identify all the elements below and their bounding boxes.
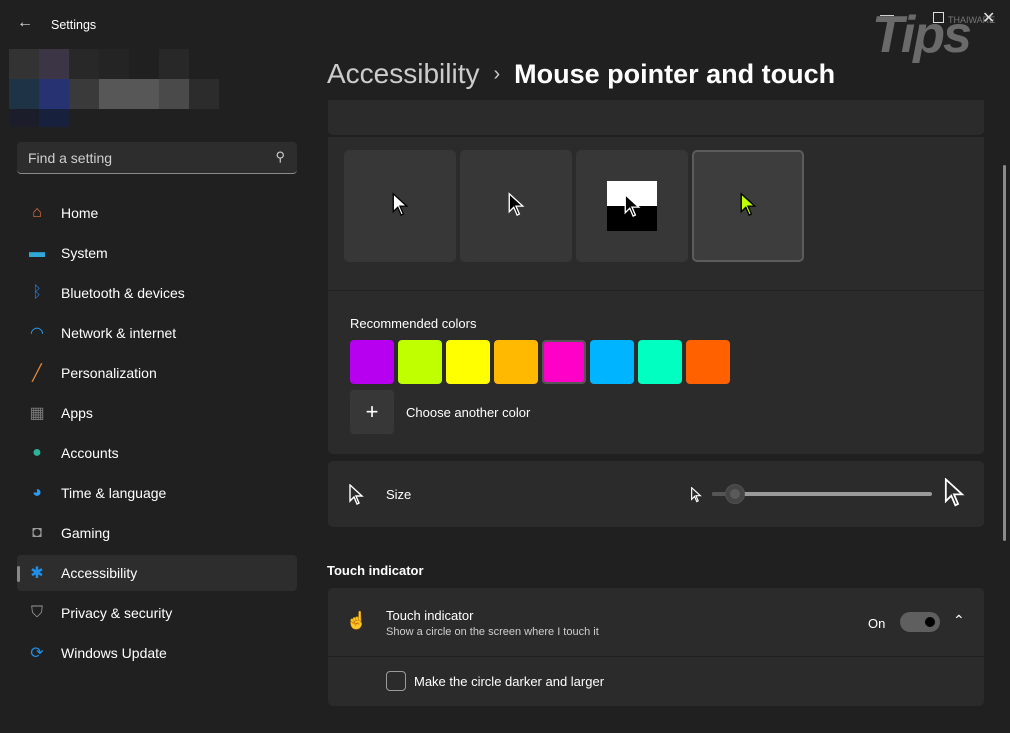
sidebar-item-label: Gaming — [61, 525, 111, 541]
scrollbar[interactable] — [1003, 165, 1006, 541]
sidebar-item-label: Bluetooth & devices — [61, 285, 185, 301]
touch-title: Touch indicator — [386, 608, 474, 623]
touch-indicator-toggle[interactable] — [900, 612, 940, 632]
pointer-style-header — [328, 100, 984, 135]
sidebar-item-label: Home — [61, 205, 99, 221]
color-swatch[interactable] — [494, 340, 538, 384]
color-swatch[interactable] — [350, 340, 394, 384]
sidebar-item-gaming[interactable]: ◘ Gaming — [17, 515, 297, 551]
color-swatch[interactable] — [638, 340, 682, 384]
bluetooth-icon: ᛒ — [32, 284, 42, 301]
size-label: Size — [386, 487, 412, 502]
sidebar-item-windows-update[interactable]: ⟳ Windows Update — [17, 635, 297, 671]
apps-icon: ▦ — [29, 405, 45, 422]
pointer-style-inverted[interactable] — [576, 150, 688, 262]
search-icon: ⚲ — [275, 149, 285, 164]
pointer-style-white[interactable] — [344, 150, 456, 262]
toggle-state-label: On — [868, 616, 886, 631]
chevron-up-icon[interactable]: ⌃ — [953, 612, 965, 629]
globe-clock-icon: ◕ — [32, 484, 42, 501]
window-title: Settings — [51, 18, 97, 32]
sidebar-item-label: Windows Update — [61, 645, 167, 661]
sidebar-item-home[interactable]: ⌂ Home — [17, 195, 297, 231]
search-placeholder: Find a setting — [28, 150, 113, 166]
page-title: Mouse pointer and touch — [514, 58, 836, 89]
pointer-custom-icon — [739, 191, 757, 221]
sidebar-item-label: System — [61, 245, 108, 261]
plus-icon: + — [365, 399, 379, 424]
sidebar-item-bluetooth-devices[interactable]: ᛒ Bluetooth & devices — [17, 275, 297, 311]
sidebar: ⌂ Home ▬ System ᛒ Bluetooth & devices ◠ Network… — [17, 195, 297, 675]
home-icon: ⌂ — [32, 204, 42, 221]
color-swatch[interactable] — [398, 340, 442, 384]
sidebar-item-label: Accessibility — [61, 565, 138, 581]
shield-icon: ⛉ — [30, 604, 43, 621]
sidebar-item-accessibility[interactable]: ✱ Accessibility — [17, 555, 297, 591]
sidebar-item-system[interactable]: ▬ System — [17, 235, 297, 271]
accessibility-icon: ✱ — [30, 565, 44, 582]
pointer-inverted-icon — [607, 181, 657, 231]
back-button[interactable]: ← — [17, 14, 33, 32]
small-pointer-icon — [691, 487, 702, 503]
pointer-style-custom[interactable] — [692, 150, 804, 262]
size-slider-track[interactable] — [712, 492, 932, 496]
close-button[interactable]: ✕ — [982, 8, 995, 28]
chevron-right-icon: › — [493, 62, 501, 85]
sidebar-item-label: Privacy & security — [61, 605, 173, 621]
darker-circle-checkbox[interactable] — [386, 671, 406, 691]
sidebar-item-privacy-security[interactable]: ⛉ Privacy & security — [17, 595, 297, 631]
sidebar-item-label: Accounts — [61, 445, 119, 461]
size-slider-thumb[interactable] — [725, 484, 745, 504]
add-color-button[interactable]: + — [350, 390, 394, 434]
breadcrumb: Accessibility › Mouse pointer and touch — [327, 58, 835, 90]
gamepad-icon: ◘ — [32, 524, 42, 541]
touch-hand-icon: ☝ — [346, 611, 368, 630]
minimize-button[interactable]: — — [880, 6, 894, 22]
pointer-icon — [349, 484, 364, 505]
sidebar-item-apps[interactable]: ▦ Apps — [17, 395, 297, 431]
color-swatch[interactable] — [590, 340, 634, 384]
sidebar-item-label: Time & language — [61, 485, 167, 501]
color-swatch[interactable] — [542, 340, 586, 384]
recommended-colors-label: Recommended colors — [350, 316, 477, 331]
pointer-black-icon — [507, 191, 525, 221]
avatar — [9, 49, 219, 127]
wifi-icon: ◠ — [30, 325, 44, 342]
sidebar-item-time-language[interactable]: ◕ Time & language — [17, 475, 297, 511]
search-input[interactable]: Find a setting ⚲ — [17, 142, 297, 174]
sidebar-item-label: Network & internet — [61, 325, 177, 341]
color-swatch[interactable] — [446, 340, 490, 384]
large-pointer-icon — [944, 478, 965, 507]
sidebar-item-network-internet[interactable]: ◠ Network & internet — [17, 315, 297, 351]
update-icon: ⟳ — [30, 645, 44, 662]
darker-circle-label: Make the circle darker and larger — [414, 674, 605, 689]
sidebar-item-personalization[interactable]: ╱ Personalization — [17, 355, 297, 391]
touch-subtitle: Show a circle on the screen where I touc… — [386, 626, 599, 638]
monitor-icon: ▬ — [29, 244, 45, 261]
sidebar-item-label: Apps — [61, 405, 93, 421]
maximize-button[interactable] — [933, 12, 944, 23]
person-icon: ● — [32, 444, 42, 461]
sidebar-item-accounts[interactable]: ● Accounts — [17, 435, 297, 471]
color-swatch[interactable] — [686, 340, 730, 384]
breadcrumb-parent[interactable]: Accessibility — [327, 58, 479, 90]
pointer-style-black[interactable] — [460, 150, 572, 262]
brush-icon: ╱ — [32, 365, 42, 382]
choose-color-label: Choose another color — [406, 405, 531, 420]
sidebar-item-label: Personalization — [61, 365, 157, 381]
pointer-white-icon — [391, 191, 409, 221]
touch-section-heading: Touch indicator — [327, 563, 424, 578]
